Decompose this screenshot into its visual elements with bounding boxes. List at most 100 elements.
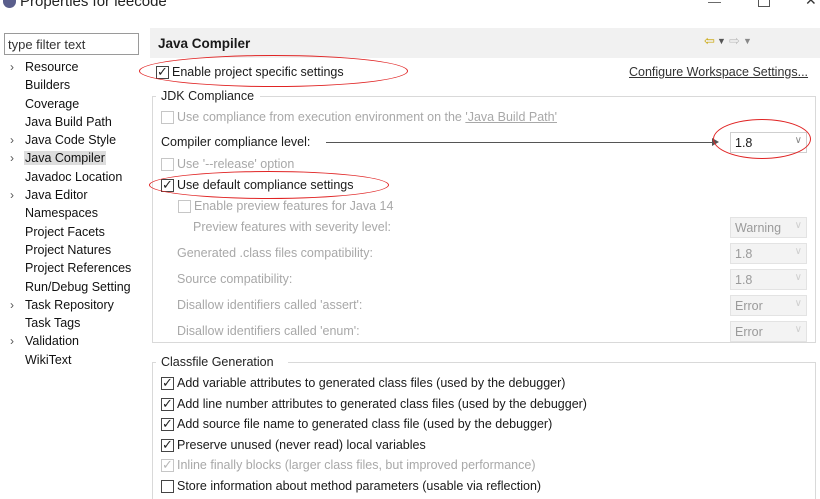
tree-item-label: Run/Debug Setting [25, 279, 131, 294]
back-arrow-icon[interactable]: ⇦ [704, 33, 715, 49]
back-dropdown-icon[interactable]: ▼ [717, 36, 726, 46]
tree-item-project-natures[interactable]: Project Natures [10, 241, 146, 259]
title-bar: Properties for leecode — ✕ [0, 0, 820, 20]
classfile-option-label: Store information about method parameter… [177, 479, 542, 493]
tree-item-label: Validation [25, 334, 79, 349]
tree-item-coverage[interactable]: Coverage [10, 95, 146, 113]
annotation-ellipse [149, 171, 389, 199]
classfile-option-checkbox[interactable] [161, 480, 174, 493]
expand-arrow-icon[interactable]: › [10, 332, 24, 350]
group-border [152, 342, 816, 343]
group-border [288, 362, 815, 363]
tree-item-label: Resource [25, 60, 79, 74]
page-title: Java Compiler [158, 36, 251, 51]
group-border [152, 362, 153, 499]
tree-item-label: WikiText [25, 352, 72, 367]
java-build-path-link[interactable]: 'Java Build Path' [465, 110, 557, 124]
annotation-ellipse [713, 119, 811, 159]
group-border [815, 362, 816, 499]
tree-item-label: Java Editor [25, 188, 88, 203]
expand-arrow-icon[interactable]: › [10, 186, 24, 204]
classfile-option-checkbox[interactable] [161, 416, 174, 432]
tree-item-label: Task Repository [25, 297, 114, 312]
tree-item-java-build-path[interactable]: Java Build Path [10, 113, 146, 131]
annotation-ellipse [139, 55, 408, 87]
source-compat-value: 1.8 [735, 273, 753, 287]
tree-item-task-repository[interactable]: › Task Repository [10, 296, 146, 314]
tree-item-task-tags[interactable]: Task Tags [10, 314, 146, 332]
compliance-level-label: Compiler compliance level: [161, 135, 311, 149]
tree-item-project-references[interactable]: Project References [10, 259, 146, 277]
assert-identifier-select[interactable]: Error ∨ [730, 295, 807, 316]
use-build-path-checkbox[interactable] [161, 111, 174, 124]
chevron-down-icon: ∨ [794, 220, 802, 231]
assert-identifier-label: Disallow identifiers called 'assert': [177, 298, 363, 312]
app-icon [3, 0, 16, 8]
tree-item-label: Project Natures [25, 242, 112, 257]
tree-item-label: Project Facets [25, 224, 105, 239]
enum-identifier-label: Disallow identifiers called 'enum': [177, 324, 360, 338]
chevron-down-icon: ∨ [794, 324, 802, 335]
classfile-option-label: Preserve unused (never read) local varia… [177, 437, 426, 452]
jdk-group-label: JDK Compliance [161, 89, 255, 103]
tree-item-resource[interactable]: › Resource [10, 58, 146, 76]
tree-item-label: Java Code Style [25, 133, 117, 148]
expand-arrow-icon[interactable]: › [10, 58, 24, 76]
group-border [260, 96, 815, 97]
property-tree: › Resource Builders Coverage Java Build Path… [10, 58, 146, 369]
classfile-option-checkbox[interactable] [161, 396, 174, 412]
group-border [815, 96, 816, 342]
assert-identifier-value: Error [735, 299, 763, 313]
expand-arrow-icon[interactable]: › [10, 149, 24, 167]
classfile-option-label: Inline finally blocks (larger class file… [177, 458, 536, 473]
enum-identifier-value: Error [735, 325, 763, 339]
enum-identifier-select[interactable]: Error ∨ [730, 321, 807, 342]
tree-item-validation[interactable]: › Validation [10, 332, 146, 350]
maximize-icon[interactable] [758, 0, 770, 7]
enable-preview-checkbox[interactable] [178, 200, 191, 213]
filter-input[interactable] [4, 33, 139, 55]
tree-item-label: Coverage [25, 96, 80, 111]
classfile-option-label: Add line number attributes to generated … [177, 396, 587, 411]
generated-compat-label: Generated .class files compatibility: [177, 246, 373, 260]
source-compat-label: Source compatibility: [177, 272, 293, 286]
preview-severity-select[interactable]: Warning ∨ [730, 217, 807, 238]
tree-item-label: Javadoc Location [25, 169, 123, 184]
window-title: Properties for leecode [20, 0, 167, 10]
tree-item-wikitext[interactable]: WikiText [10, 351, 146, 369]
tree-item-label: Project References [25, 261, 132, 276]
annotation-arrow-line [326, 142, 713, 143]
classfile-option-checkbox[interactable] [161, 457, 174, 473]
tree-item-java-editor[interactable]: › Java Editor [10, 186, 146, 204]
tree-item-namespaces[interactable]: Namespaces [10, 204, 146, 222]
chevron-down-icon: ∨ [794, 298, 802, 309]
expand-arrow-icon[interactable]: › [10, 131, 24, 149]
expand-arrow-icon[interactable]: › [10, 296, 24, 314]
generated-compat-value: 1.8 [735, 247, 753, 261]
preview-severity-label: Preview features with severity level: [193, 220, 391, 234]
tree-item-javadoc-location[interactable]: Javadoc Location [10, 168, 146, 186]
tree-item-label: Task Tags [25, 316, 81, 331]
close-icon[interactable]: ✕ [805, 0, 817, 9]
tree-item-java-code-style[interactable]: › Java Code Style [10, 131, 146, 149]
tree-item-label: Java Build Path [25, 114, 112, 129]
forward-dropdown-icon[interactable]: ▼ [743, 36, 752, 46]
classfile-option-checkbox[interactable] [161, 375, 174, 391]
tree-item-label: Namespaces [25, 206, 98, 221]
release-option-checkbox[interactable] [161, 158, 174, 171]
page-header: Java Compiler ⇦ ▼ ⇨ ▼ [150, 28, 820, 58]
chevron-down-icon: ∨ [794, 272, 802, 283]
configure-workspace-link[interactable]: Configure Workspace Settings... [629, 65, 808, 79]
classfile-option-checkbox[interactable] [161, 437, 174, 453]
tree-item-label: Java Compiler [24, 151, 106, 166]
generated-compat-select[interactable]: 1.8 ∨ [730, 243, 807, 264]
forward-arrow-icon[interactable]: ⇨ [729, 33, 740, 49]
source-compat-select[interactable]: 1.8 ∨ [730, 269, 807, 290]
tree-item-project-facets[interactable]: Project Facets [10, 223, 146, 241]
preview-severity-value: Warning [735, 221, 782, 235]
minimize-icon[interactable]: — [708, 0, 721, 9]
tree-item-builders[interactable]: Builders [10, 76, 146, 94]
use-build-path-label: Use compliance from execution environmen… [177, 110, 557, 124]
tree-item-java-compiler[interactable]: › Java Compiler [10, 149, 146, 167]
tree-item-run-debug-setting[interactable]: Run/Debug Setting [10, 278, 146, 296]
